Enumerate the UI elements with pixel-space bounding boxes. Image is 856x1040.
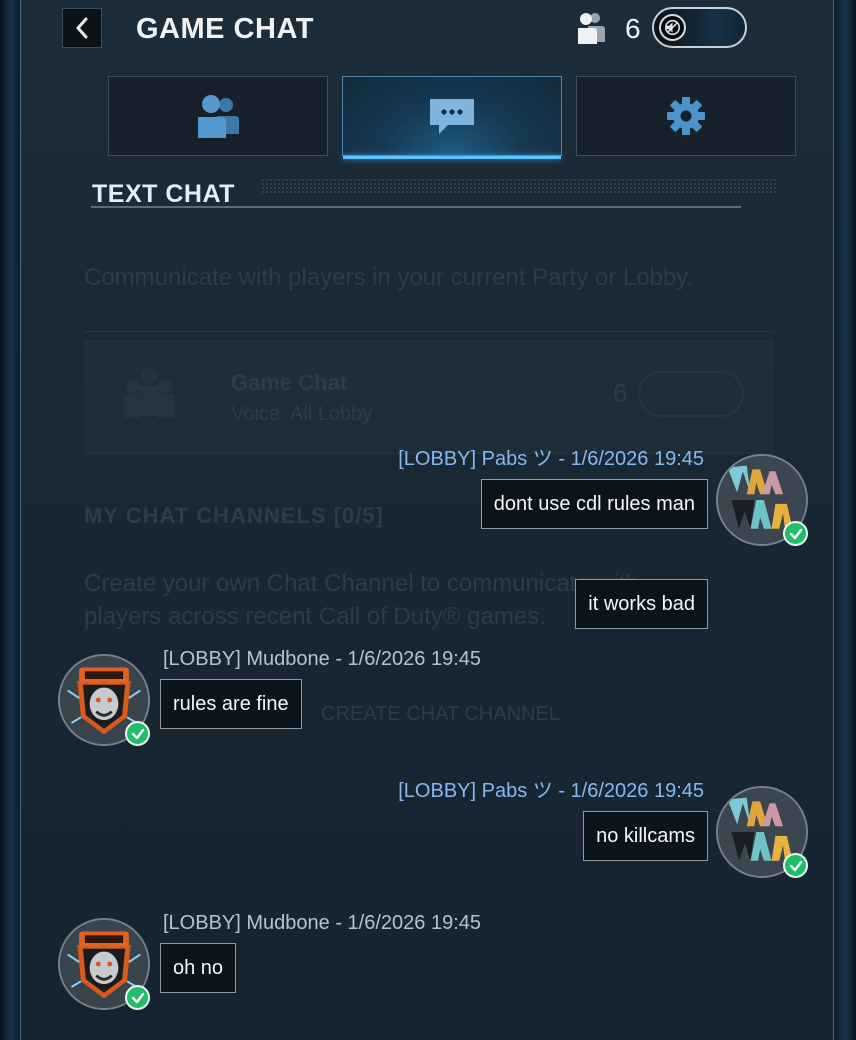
background-card-toggle bbox=[638, 371, 744, 417]
verified-check-icon bbox=[783, 853, 808, 878]
players-icon bbox=[578, 13, 605, 44]
chat-bubble-icon bbox=[430, 99, 474, 134]
verified-check-icon bbox=[783, 521, 808, 546]
background-create-text-2: players across recent Call of Duty® game… bbox=[84, 603, 546, 630]
page-title: GAME CHAT bbox=[136, 13, 314, 45]
section-decoration bbox=[261, 178, 776, 194]
background-create-text-1: Create your own Chat Channel to communic… bbox=[84, 570, 639, 597]
background-description: Communicate with players in your current… bbox=[84, 264, 694, 291]
verified-check-icon bbox=[125, 721, 150, 746]
tab-bar bbox=[108, 76, 797, 159]
tab-settings[interactable] bbox=[576, 76, 796, 156]
message-bubble[interactable]: oh no bbox=[160, 943, 237, 993]
right-frame bbox=[833, 0, 856, 1040]
verified-check-icon bbox=[125, 985, 150, 1010]
message-header: [LOBBY] Pabs ツ - 1/6/2026 19:45 bbox=[398, 780, 704, 802]
message-bubble[interactable]: rules are fine bbox=[160, 679, 302, 729]
party-icon bbox=[198, 95, 239, 138]
message-header: [LOBBY] Pabs ツ - 1/6/2026 19:45 bbox=[398, 448, 704, 470]
tab-text-chat[interactable] bbox=[342, 76, 562, 159]
message-header: [LOBBY] Mudbone - 1/6/2026 19:45 bbox=[163, 648, 481, 670]
muted-speaker-icon bbox=[659, 14, 686, 41]
background-party-icon bbox=[124, 368, 174, 418]
game-chat-panel: GAME CHAT 6 TEXT CHAT Communicate with p… bbox=[21, 0, 833, 1040]
message-header: [LOBBY] Mudbone - 1/6/2026 19:45 bbox=[163, 912, 481, 934]
background-card-title: Game Chat bbox=[231, 370, 348, 395]
player-count: 6 bbox=[625, 13, 641, 44]
message-bubble[interactable]: it works bad bbox=[575, 579, 708, 629]
header: GAME CHAT 6 bbox=[21, 0, 833, 60]
background-card-subtitle: Voice: All Lobby bbox=[231, 403, 373, 425]
gear-icon bbox=[667, 97, 705, 135]
section-divider bbox=[91, 206, 741, 208]
voice-chat-toggle[interactable] bbox=[652, 7, 747, 48]
chevron-left-icon bbox=[76, 17, 88, 39]
background-card-count: 6 bbox=[613, 378, 628, 408]
background-create-button: CREATE CHAT CHANNEL bbox=[321, 703, 560, 725]
back-button[interactable] bbox=[62, 8, 102, 48]
tab-party[interactable] bbox=[108, 76, 328, 156]
message-bubble[interactable]: no killcams bbox=[583, 811, 708, 861]
background-channels-heading: MY CHAT CHANNELS [0/5] bbox=[84, 503, 384, 528]
left-frame bbox=[0, 0, 21, 1040]
message-bubble[interactable]: dont use cdl rules man bbox=[480, 479, 708, 529]
section-title: TEXT CHAT bbox=[92, 180, 235, 208]
background-divider bbox=[84, 331, 774, 332]
